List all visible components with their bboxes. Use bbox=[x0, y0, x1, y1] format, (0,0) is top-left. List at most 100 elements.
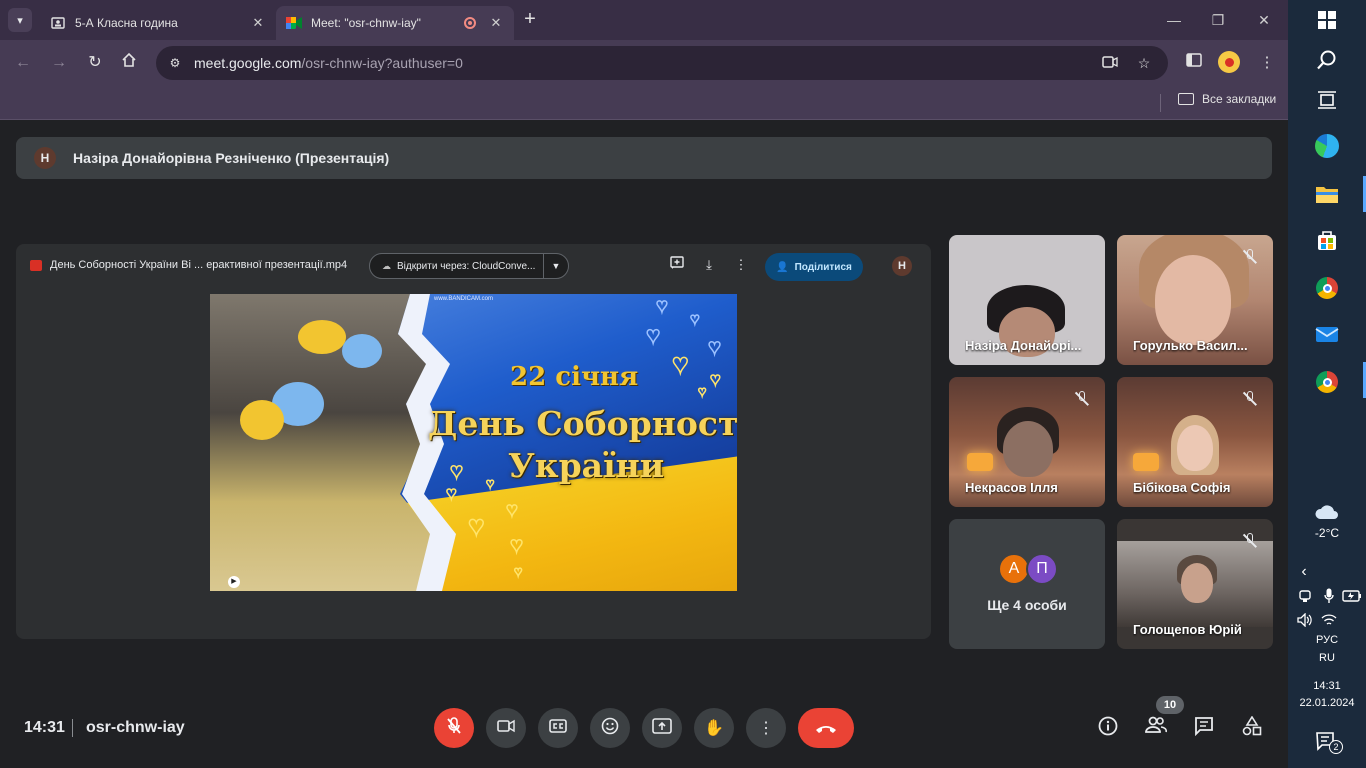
restore-icon[interactable]: ❐ bbox=[1208, 10, 1228, 30]
bookmarks-separator bbox=[1160, 94, 1161, 112]
watermark-text: www.BANDICAM.com bbox=[434, 296, 494, 302]
camera-icon[interactable] bbox=[1100, 53, 1120, 73]
heart-icon: ♥ bbox=[645, 322, 661, 349]
video-camera-icon bbox=[497, 719, 515, 738]
home-icon[interactable] bbox=[118, 52, 140, 74]
forward-icon[interactable]: → bbox=[48, 52, 70, 74]
reload-icon[interactable]: ↻ bbox=[84, 52, 106, 74]
edge-icon[interactable] bbox=[1313, 132, 1341, 160]
heart-icon: ♥ bbox=[467, 510, 485, 541]
participant-tile[interactable]: Горулько Васил... bbox=[1117, 235, 1273, 365]
bookmark-star-icon[interactable]: ☆ bbox=[1134, 53, 1154, 73]
caret-down-icon[interactable]: ▼ bbox=[544, 261, 568, 271]
google-meet-icon bbox=[286, 15, 302, 31]
battery-charging-icon[interactable] bbox=[1340, 586, 1364, 606]
address-bar[interactable]: ⚙ meet.google.com/osr-chnw-iay?authuser=… bbox=[156, 46, 1168, 80]
more-options-button[interactable]: ⋮ bbox=[746, 708, 786, 748]
captions-button[interactable] bbox=[538, 708, 578, 748]
chrome-icon[interactable] bbox=[1313, 274, 1341, 302]
present-now-button[interactable] bbox=[642, 708, 682, 748]
heart-icon: ♥ bbox=[513, 563, 523, 579]
mic-off-icon bbox=[1074, 391, 1089, 407]
new-tab-button[interactable]: + bbox=[520, 9, 540, 30]
taskbar-time[interactable]: 14:31 bbox=[1288, 680, 1366, 692]
slide-date: 22 січня bbox=[510, 362, 639, 392]
activities-button[interactable] bbox=[1240, 715, 1264, 740]
taskbar-date[interactable]: 22.01.2024 bbox=[1288, 697, 1366, 709]
tab-meet[interactable]: Meet: "osr-chnw-iay" ✕ bbox=[276, 6, 514, 40]
others-avatars: А П bbox=[998, 553, 1060, 585]
tab-class-hour[interactable]: 5-А Класна година ✕ bbox=[40, 6, 276, 40]
close-window-icon[interactable]: ✕ bbox=[1254, 10, 1274, 30]
heart-icon: ♥ bbox=[485, 475, 495, 491]
minimize-icon[interactable]: — bbox=[1164, 10, 1184, 30]
recording-icon bbox=[464, 17, 476, 29]
microphone-icon[interactable] bbox=[1318, 586, 1340, 606]
side-panel-icon[interactable] bbox=[1183, 52, 1205, 74]
reactions-button[interactable] bbox=[590, 708, 630, 748]
download-icon[interactable]: ⤓ bbox=[700, 256, 718, 274]
meeting-time: 14:31 bbox=[24, 719, 65, 736]
participant-tile[interactable]: Некрасов Ілля bbox=[949, 377, 1105, 507]
leave-call-button[interactable] bbox=[798, 708, 854, 748]
all-bookmarks-button[interactable]: Все закладки bbox=[1178, 92, 1276, 106]
site-settings-icon[interactable]: ⚙ bbox=[164, 52, 186, 74]
emoji-icon bbox=[601, 717, 619, 740]
close-tab-icon[interactable]: ✕ bbox=[488, 15, 504, 31]
usb-device-icon[interactable] bbox=[1294, 586, 1316, 606]
file-explorer-icon[interactable] bbox=[1313, 180, 1341, 208]
participant-video bbox=[1003, 421, 1053, 477]
close-tab-icon[interactable]: ✕ bbox=[250, 15, 266, 31]
open-with-label: Відкрити через: CloudConve... bbox=[397, 260, 536, 272]
shapes-icon bbox=[1242, 715, 1262, 740]
share-button[interactable]: 👤 Поділитися bbox=[765, 253, 863, 281]
shared-video-frame[interactable]: www.BANDICAM.com 22 січня День Соборност… bbox=[210, 294, 737, 591]
chrome-profile-icon[interactable] bbox=[1313, 368, 1341, 396]
folder-icon bbox=[1178, 93, 1194, 105]
hand-icon: ✋ bbox=[704, 720, 724, 737]
weather-cloud-icon[interactable] bbox=[1313, 498, 1341, 526]
camera-toggle-button[interactable] bbox=[486, 708, 526, 748]
more-participants-tile[interactable]: А П Ще 4 особи bbox=[949, 519, 1105, 649]
heart-icon: ♥ bbox=[709, 369, 721, 389]
windows-start-button[interactable] bbox=[1313, 6, 1341, 34]
wifi-icon[interactable] bbox=[1318, 610, 1340, 630]
play-icon[interactable]: ▶ bbox=[228, 576, 240, 588]
speaker-icon[interactable] bbox=[1294, 610, 1316, 630]
yellow-balloon bbox=[298, 320, 346, 354]
more-options-icon[interactable]: ⋮ bbox=[732, 256, 750, 274]
mail-icon[interactable] bbox=[1313, 320, 1341, 348]
notifications-icon[interactable]: 2 bbox=[1313, 728, 1343, 756]
tab-search-button[interactable]: ▾ bbox=[8, 8, 32, 32]
people-button[interactable] bbox=[1144, 716, 1168, 740]
presenter-bar: Н Назіра Донайорівна Резніченко (Презент… bbox=[16, 137, 1272, 179]
all-bookmarks-label: Все закладки bbox=[1202, 92, 1277, 106]
microsoft-store-icon[interactable] bbox=[1313, 226, 1341, 254]
notification-count: 2 bbox=[1329, 740, 1343, 754]
participant-name: Некрасов Ілля bbox=[965, 480, 1058, 495]
profile-avatar[interactable] bbox=[1218, 51, 1240, 73]
browser-window: ▾ 5-А Класна година ✕ Meet: "osr-chnw-ia… bbox=[0, 0, 1288, 768]
controls-separator bbox=[72, 719, 73, 737]
input-language[interactable]: РУС bbox=[1288, 634, 1366, 646]
raise-hand-button[interactable]: ✋ bbox=[694, 708, 734, 748]
chat-button[interactable] bbox=[1192, 716, 1216, 740]
back-icon[interactable]: ← bbox=[12, 52, 34, 74]
participant-tile[interactable]: Голощепов Юрій bbox=[1117, 519, 1273, 649]
participant-video bbox=[1155, 255, 1231, 345]
mic-toggle-button[interactable] bbox=[434, 708, 474, 748]
slide-title-line1: День Соборності bbox=[428, 404, 737, 443]
meeting-info-button[interactable] bbox=[1096, 716, 1120, 740]
windows-taskbar: -2°C ‹ РУС RU 14:31 22.01.2024 2 bbox=[1288, 0, 1366, 768]
show-hidden-icons-chevron[interactable]: ‹ bbox=[1292, 562, 1316, 582]
heart-icon: ♥ bbox=[689, 311, 700, 329]
menu-kebab-icon[interactable]: ⋮ bbox=[1256, 52, 1278, 74]
participant-tile[interactable]: Бібікова Софія bbox=[1117, 377, 1273, 507]
participant-tile[interactable]: Назіра Донайорі... bbox=[949, 235, 1105, 365]
chat-icon bbox=[1194, 717, 1214, 740]
add-comment-icon[interactable] bbox=[668, 256, 686, 274]
owner-avatar[interactable]: Н bbox=[892, 256, 912, 276]
task-view-icon[interactable] bbox=[1313, 86, 1341, 114]
search-icon[interactable] bbox=[1313, 46, 1341, 74]
open-with-button[interactable]: ☁ Відкрити через: CloudConve... ▼ bbox=[369, 253, 569, 279]
